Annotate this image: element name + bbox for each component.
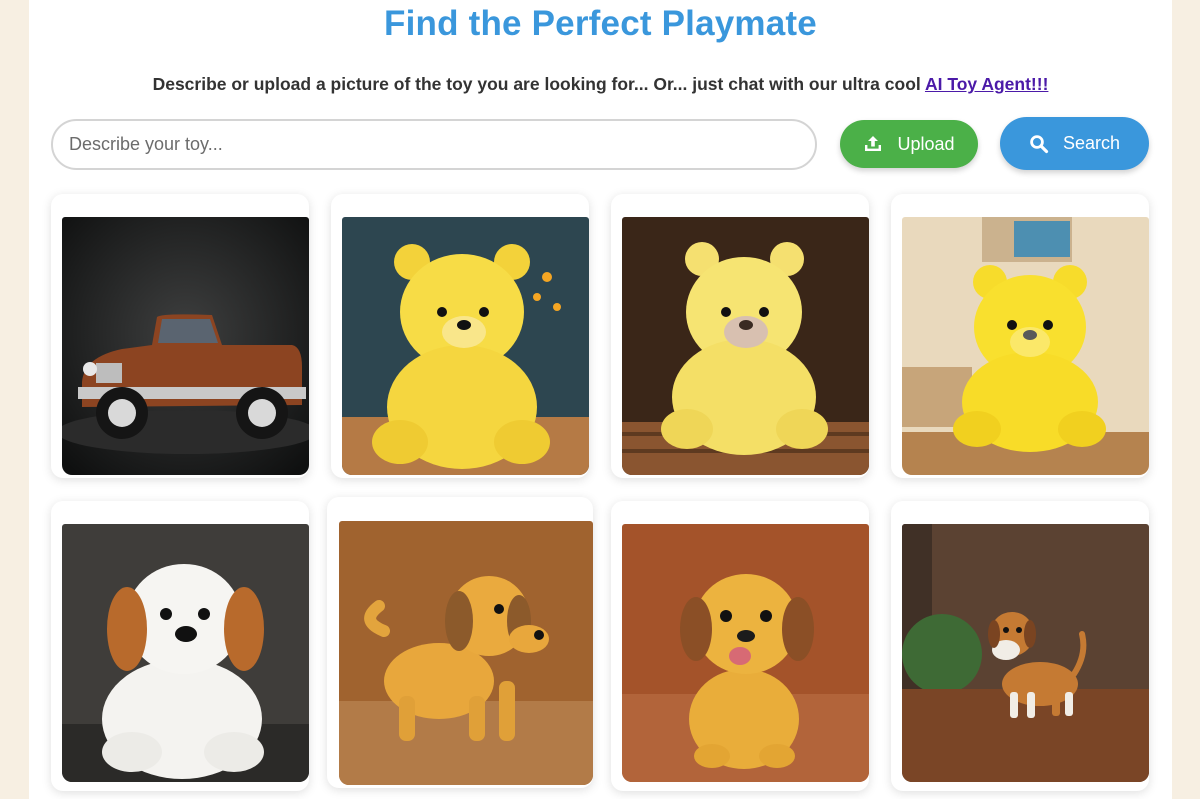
upload-button[interactable]: Upload: [840, 120, 978, 168]
result-card-toy-beagle[interactable]: [891, 501, 1149, 791]
page-title: Find the Perfect Playmate: [384, 4, 817, 43]
toy-puppy-figurine-image: [622, 524, 869, 782]
upload-button-label: Upload: [897, 133, 955, 154]
result-card-teddy-bear-1[interactable]: [331, 194, 589, 478]
yellow-teddy-bear-image: [902, 217, 1149, 475]
result-card-toy-car[interactable]: [51, 194, 309, 478]
search-icon: [1030, 134, 1049, 153]
result-card-plush-dog[interactable]: [51, 501, 309, 791]
yellow-teddy-bear-image: [342, 217, 589, 475]
result-card-teddy-bear-2[interactable]: [611, 194, 869, 478]
upload-icon: [865, 136, 882, 151]
search-button-label: Search: [1062, 133, 1121, 153]
main-panel: Find the Perfect Playmate Describe or up…: [29, 0, 1172, 799]
toy-dog-figurine-image: [339, 521, 593, 785]
white-plush-dog-image: [62, 524, 309, 782]
yellow-teddy-bear-image: [622, 217, 869, 475]
toy-car-image: [62, 217, 309, 475]
search-input[interactable]: [51, 119, 817, 170]
page-subtitle: Describe or upload a picture of the toy …: [29, 74, 1172, 95]
search-button[interactable]: Search: [1000, 117, 1149, 170]
subtitle-text: Describe or upload a picture of the toy …: [152, 74, 925, 94]
ai-toy-agent-link[interactable]: AI Toy Agent!!!: [925, 74, 1048, 94]
result-card-toy-dog[interactable]: [327, 497, 593, 788]
result-card-toy-puppy[interactable]: [611, 501, 869, 791]
result-card-teddy-bear-3[interactable]: [891, 194, 1149, 478]
toy-beagle-figurine-image: [902, 524, 1149, 782]
